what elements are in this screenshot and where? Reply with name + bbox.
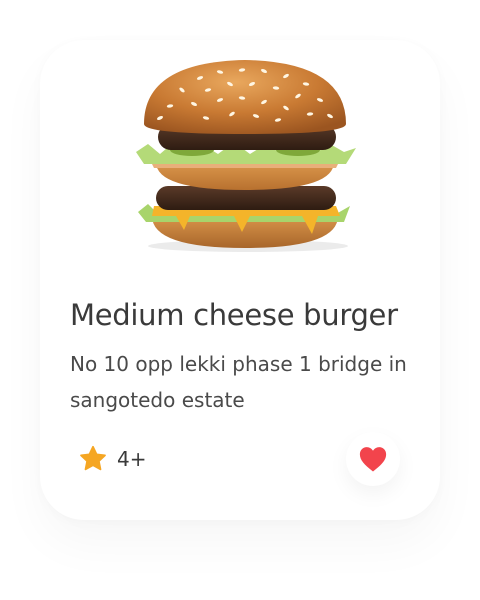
product-title: Medium cheese burger (70, 298, 398, 332)
heart-icon (359, 447, 387, 472)
rating: 4+ (78, 443, 146, 475)
favorite-button[interactable] (346, 432, 400, 486)
burger-image (130, 56, 360, 256)
star-icon (80, 445, 106, 471)
product-card[interactable]: Medium cheese burger No 10 opp lekki pha… (40, 40, 440, 520)
rating-value: 4+ (117, 447, 147, 471)
product-description: No 10 opp lekki phase 1 bridge in sangot… (70, 352, 407, 412)
